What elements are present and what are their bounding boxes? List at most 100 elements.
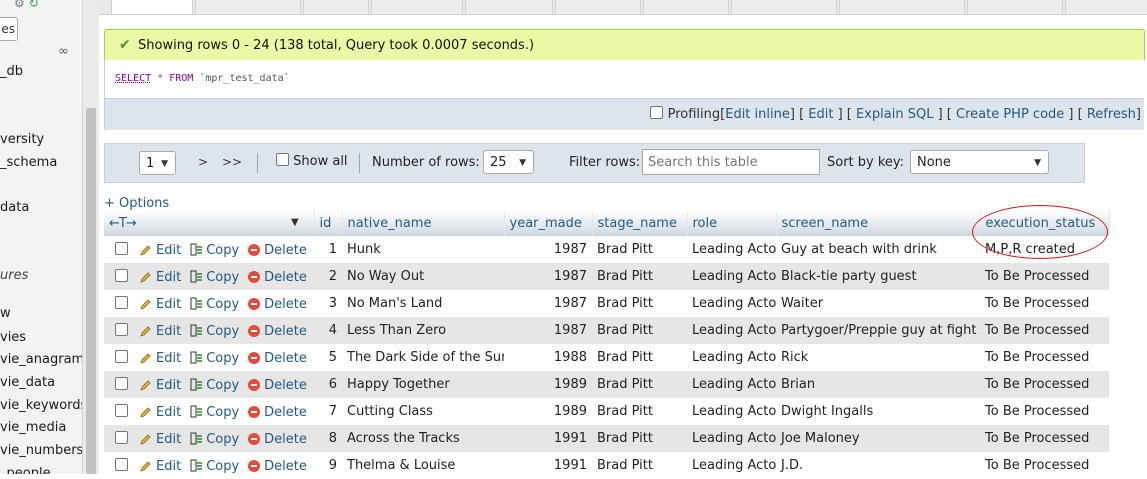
link-icon[interactable]: ∞ xyxy=(58,44,69,59)
rows-select[interactable]: 25 ▼ xyxy=(483,150,534,174)
create-php-link[interactable]: Create PHP code xyxy=(956,107,1064,122)
column-header-screen-name[interactable]: screen_name xyxy=(776,211,981,236)
cell-role: Leading Actor xyxy=(687,371,776,398)
column-header-id[interactable]: id xyxy=(314,211,343,236)
copy-button[interactable]: Copy xyxy=(190,405,239,420)
delete-button[interactable]: Delete xyxy=(248,297,307,312)
sidebar-item[interactable]: _db xyxy=(0,64,23,79)
copy-button[interactable]: Copy xyxy=(190,243,239,258)
last-page-button[interactable]: >> xyxy=(222,155,242,169)
column-header-native-name[interactable]: native_name xyxy=(342,211,505,236)
delete-button[interactable]: Delete xyxy=(248,432,307,447)
sidebar-item[interactable]: w xyxy=(0,306,11,321)
row-checkbox[interactable] xyxy=(115,430,128,444)
cell-execution-status: To Be Processed xyxy=(980,371,1109,398)
tab-search[interactable] xyxy=(371,0,463,15)
cell-native-name: Across the Tracks xyxy=(342,425,504,452)
row-checkbox[interactable] xyxy=(115,322,128,336)
copy-button[interactable]: Copy xyxy=(190,432,239,447)
sidebar-item[interactable]: vie_media xyxy=(0,420,66,435)
tab-operations[interactable] xyxy=(839,0,965,15)
copy-button[interactable]: Copy xyxy=(190,378,239,393)
sidebar-item[interactable]: vies xyxy=(0,330,26,345)
row-checkbox[interactable] xyxy=(115,457,128,471)
tab-export[interactable] xyxy=(555,0,641,15)
sidebar-item[interactable]: _people xyxy=(0,466,51,474)
row-checkbox[interactable] xyxy=(115,349,128,363)
edit-button[interactable]: Edit xyxy=(140,297,181,312)
tab-browse[interactable] xyxy=(111,0,193,15)
edit-button[interactable]: Edit xyxy=(140,432,181,447)
copy-button[interactable]: Copy xyxy=(190,297,239,312)
tab-structure[interactable] xyxy=(195,0,301,15)
show-all-control[interactable]: Show all xyxy=(276,153,348,169)
sidebar-item[interactable]: ures xyxy=(0,268,28,283)
settings-gear-icon[interactable]: ⚙ xyxy=(14,0,25,10)
column-header-year-made[interactable]: year_made xyxy=(504,211,593,236)
copy-button[interactable]: Copy xyxy=(190,459,239,474)
show-all-checkbox[interactable] xyxy=(276,153,289,166)
profiling-checkbox[interactable] xyxy=(650,106,664,119)
message-text: Showing rows 0 - 24 (138 total, Query to… xyxy=(138,38,535,53)
column-resize-arrows[interactable]: ←T→ xyxy=(109,216,137,231)
edit-button[interactable]: Edit xyxy=(140,324,181,339)
sort-caret-icon[interactable]: ▼ xyxy=(291,217,299,228)
delete-icon xyxy=(248,432,261,445)
sidebar-item[interactable]: vie_keywords xyxy=(0,398,82,413)
filter-input[interactable]: Search this table xyxy=(642,149,820,175)
copy-button[interactable]: Copy xyxy=(190,324,239,339)
tab-more[interactable] xyxy=(1065,0,1147,15)
table-row: Edit Copy Delete 1 Hunk 1987 Brad Pitt Leading … xyxy=(104,236,1109,263)
scrollbar-thumb[interactable] xyxy=(86,108,96,474)
explain-sql-link[interactable]: Explain SQL xyxy=(856,107,933,122)
delete-button[interactable]: Delete xyxy=(248,405,307,420)
sidebar-scrollbar[interactable] xyxy=(82,0,99,474)
sidebar-item[interactable]: vie_numbers xyxy=(0,443,82,458)
row-checkbox[interactable] xyxy=(115,295,128,309)
edit-button[interactable]: Edit xyxy=(140,270,181,285)
edit-button[interactable]: Edit xyxy=(140,351,181,366)
sidebar-item[interactable]: data xyxy=(0,200,29,215)
column-header-execution-status[interactable]: execution_status xyxy=(980,211,1110,236)
column-header-stage-name[interactable]: stage_name xyxy=(592,211,688,236)
page-select[interactable]: 1 ▼ xyxy=(139,151,176,175)
delete-button[interactable]: Delete xyxy=(248,378,307,393)
delete-button[interactable]: Delete xyxy=(248,243,307,258)
row-checkbox[interactable] xyxy=(115,376,128,390)
sort-key-select[interactable]: None ▼ xyxy=(910,150,1049,174)
edit-button[interactable]: Edit xyxy=(140,459,181,474)
tab-import[interactable] xyxy=(643,0,729,15)
sidebar-item[interactable]: vie_anagrams xyxy=(0,352,82,367)
delete-button[interactable]: Delete xyxy=(248,351,307,366)
edit-button[interactable]: Edit xyxy=(140,405,181,420)
delete-button[interactable]: Delete xyxy=(248,270,307,285)
next-page-button[interactable]: > xyxy=(198,155,208,169)
row-checkbox[interactable] xyxy=(115,241,128,255)
tab-insert[interactable] xyxy=(465,0,553,15)
edit-button[interactable]: Edit xyxy=(140,378,181,393)
edit-button[interactable]: Edit xyxy=(140,243,181,258)
refresh-link[interactable]: Refresh xyxy=(1087,107,1136,122)
sidebar-item[interactable]: vie_data xyxy=(0,375,55,390)
delete-button[interactable]: Delete xyxy=(248,324,307,339)
edit-link[interactable]: Edit xyxy=(808,107,833,122)
sidebar-item[interactable]: versity xyxy=(0,132,44,147)
tab-sql[interactable] xyxy=(303,0,369,15)
options-toggle[interactable]: + Options xyxy=(104,196,169,211)
row-checkbox[interactable] xyxy=(115,403,128,417)
reload-icon[interactable]: ↻ xyxy=(29,0,39,10)
tab-tracking[interactable] xyxy=(967,0,1063,15)
column-header-role[interactable]: role xyxy=(687,211,777,236)
row-checkbox[interactable] xyxy=(115,268,128,282)
delete-button[interactable]: Delete xyxy=(248,459,307,474)
chevron-down-icon: ▼ xyxy=(1034,158,1041,168)
cell-id: 4 xyxy=(314,317,342,344)
copy-button[interactable]: Copy xyxy=(190,270,239,285)
tab-privileges[interactable] xyxy=(731,0,837,15)
sidebar-filter-button[interactable]: es xyxy=(0,17,18,41)
sql-keyword-select[interactable]: SELECT xyxy=(115,73,151,84)
sidebar-item[interactable]: _schema xyxy=(0,155,57,170)
sql-code[interactable]: SELECT * FROM `mpr_test_data` xyxy=(105,60,1144,99)
copy-button[interactable]: Copy xyxy=(190,351,239,366)
edit-inline-link[interactable]: Edit inline xyxy=(725,107,790,122)
